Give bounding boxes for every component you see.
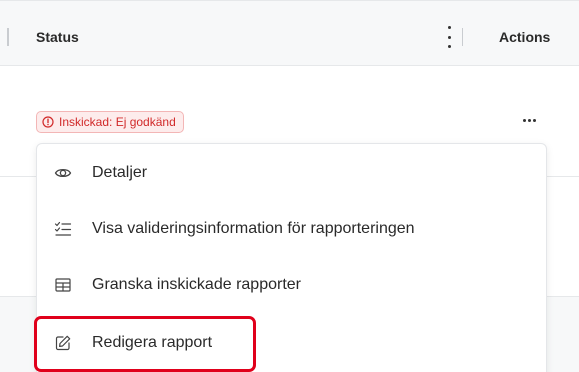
status-badge: Inskickad: Ej godkänd: [36, 111, 184, 133]
menu-item-label: Visa valideringsinformation för rapporte…: [92, 220, 415, 237]
column-divider[interactable]: [462, 28, 463, 46]
table-header: Status Actions: [0, 0, 579, 66]
column-menu-icon[interactable]: [444, 26, 454, 48]
row-actions-button[interactable]: [517, 112, 541, 128]
menu-item-label: Detaljer: [92, 164, 148, 181]
row-actions-menu: Detaljer Visa valideringsinformation för…: [36, 143, 547, 372]
menu-item-label: Granska inskickade rapporter: [92, 276, 301, 293]
column-resize-handle[interactable]: [7, 28, 9, 46]
report-table-view: Status Actions Inskickad: Ej godkänd Det…: [0, 0, 579, 372]
status-badge-text: Inskickad: Ej godkänd: [59, 115, 176, 129]
menu-item-label: Redigera rapport: [92, 334, 213, 351]
menu-item-edit-report[interactable]: Redigera rapport: [37, 315, 546, 371]
checklist-icon: [54, 220, 72, 238]
menu-item-validation-info[interactable]: Visa valideringsinformation för rapporte…: [37, 201, 546, 257]
menu-item-review-submitted[interactable]: Granska inskickade rapporter: [37, 257, 546, 313]
edit-icon: [54, 334, 72, 352]
menu-item-details[interactable]: Detaljer: [37, 145, 546, 201]
eye-icon: [54, 164, 72, 182]
status-column-header[interactable]: Status: [36, 29, 79, 45]
alert-circle-icon: [42, 116, 54, 128]
row-divider: [547, 176, 579, 177]
row-divider: [0, 176, 36, 177]
actions-column-header: Actions: [499, 29, 551, 45]
table-icon: [54, 276, 72, 294]
